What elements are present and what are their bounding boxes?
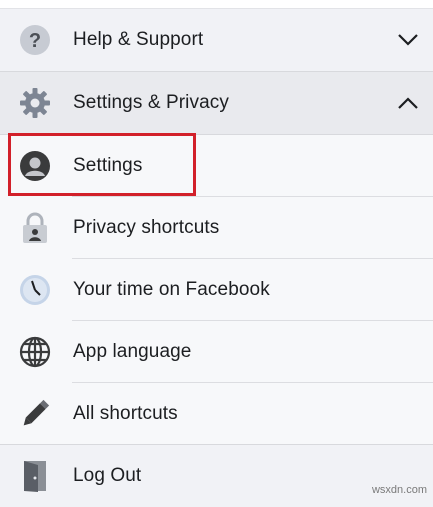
door-icon xyxy=(18,459,52,493)
time-on-facebook-item[interactable]: Your time on Facebook xyxy=(0,259,433,321)
gear-icon xyxy=(18,86,52,120)
log-out-label: Log Out xyxy=(73,465,142,486)
svg-text:?: ? xyxy=(29,30,41,52)
all-shortcuts-label: All shortcuts xyxy=(73,403,178,424)
watermark: wsxdn.com xyxy=(371,484,427,496)
settings-privacy-label: Settings & Privacy xyxy=(73,92,229,113)
chevron-down-icon[interactable] xyxy=(397,33,419,47)
help-support-label: Help & Support xyxy=(73,29,204,50)
lock-icon xyxy=(18,211,52,245)
clock-icon xyxy=(18,273,52,307)
settings-privacy-row[interactable]: Settings & Privacy xyxy=(0,72,433,134)
globe-icon xyxy=(18,335,52,369)
top-strip xyxy=(0,0,433,9)
chevron-up-icon[interactable] xyxy=(397,96,419,110)
privacy-shortcuts-label: Privacy shortcuts xyxy=(73,217,220,238)
log-out-row[interactable]: Log Out xyxy=(0,445,433,507)
time-on-facebook-label: Your time on Facebook xyxy=(73,279,270,300)
help-support-row[interactable]: ? Help & Support xyxy=(0,9,433,71)
all-shortcuts-item[interactable]: All shortcuts xyxy=(0,383,433,445)
privacy-shortcuts-item[interactable]: Privacy shortcuts xyxy=(0,197,433,259)
pencil-icon xyxy=(18,397,52,431)
app-language-item[interactable]: App language xyxy=(0,321,433,383)
app-language-label: App language xyxy=(73,341,192,362)
settings-highlight-box xyxy=(8,133,196,196)
question-icon: ? xyxy=(18,23,52,57)
